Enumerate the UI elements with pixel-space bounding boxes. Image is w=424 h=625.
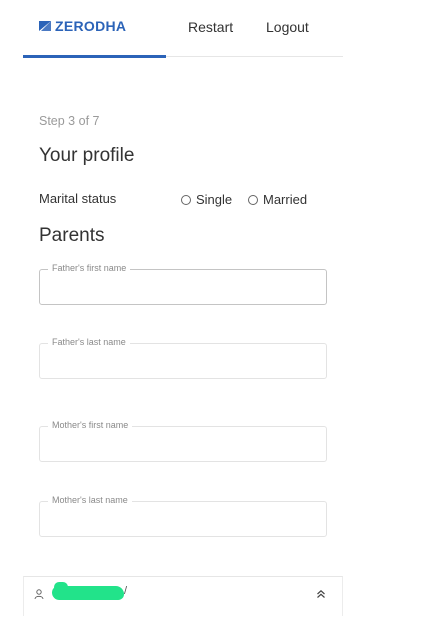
active-tab-indicator xyxy=(23,55,166,58)
mother-first-name-label: Mother's first name xyxy=(48,420,133,430)
mother-first-name-field[interactable]: Mother's first name xyxy=(39,420,327,462)
header: ZERODHA Restart Logout xyxy=(23,0,343,58)
user-name: / xyxy=(124,585,128,597)
radio-circle-icon xyxy=(181,194,191,205)
radio-circle-icon xyxy=(248,194,258,205)
user-bar[interactable]: / xyxy=(23,576,343,616)
radio-single[interactable]: Single xyxy=(181,192,232,207)
father-last-name-label: Father's last name xyxy=(48,337,130,347)
logout-link[interactable]: Logout xyxy=(266,19,309,35)
mother-last-name-label: Mother's last name xyxy=(48,495,132,505)
mother-last-name-field[interactable]: Mother's last name xyxy=(39,495,327,537)
radio-single-label: Single xyxy=(196,192,233,207)
father-last-name-field[interactable]: Father's last name xyxy=(39,337,327,379)
father-first-name-field[interactable]: Father's first name xyxy=(39,263,327,305)
radio-married-label: Married xyxy=(263,192,308,207)
logo-mark-icon xyxy=(39,21,51,31)
redacted-name-mark xyxy=(52,586,124,600)
chevron-double-up-icon[interactable] xyxy=(316,589,326,599)
parents-heading: Parents xyxy=(39,225,105,246)
marital-status-label: Marital status xyxy=(39,191,117,206)
restart-link[interactable]: Restart xyxy=(188,19,233,35)
step-indicator: Step 3 of 7 xyxy=(39,114,100,128)
profile-heading: Your profile xyxy=(39,145,135,166)
radio-married[interactable]: Married xyxy=(248,192,307,207)
user-icon xyxy=(34,589,44,600)
father-first-name-label: Father's first name xyxy=(48,263,131,273)
zerodha-logo[interactable]: ZERODHA xyxy=(39,18,126,34)
brand-name: ZERODHA xyxy=(55,18,127,34)
